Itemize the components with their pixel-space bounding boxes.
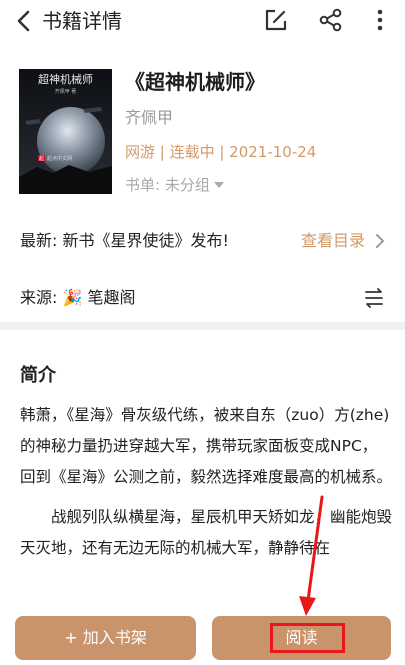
book-author[interactable]: 齐佩甲: [125, 107, 173, 129]
source-row[interactable]: 来源: 🎉 笔趣阁: [0, 278, 405, 318]
read-button[interactable]: 阅读: [212, 616, 391, 660]
cover-title: 超神机械师: [38, 72, 93, 86]
share-icon[interactable]: [317, 6, 345, 34]
source-label: 来源: 🎉 笔趣阁: [20, 288, 136, 307]
cover-author: 齐佩甲 著: [55, 88, 77, 95]
book-meta: 网游 | 连载中 | 2021-10-24: [125, 143, 317, 161]
top-bar: 书籍详情: [0, 0, 405, 44]
chevron-down-icon: [213, 181, 224, 188]
edit-icon[interactable]: [262, 6, 290, 34]
intro-text: 韩萧，《星海》骨灰级代练，被来自东（zuo）方(zhe)的神秘力量扔进穿越大军，…: [20, 400, 392, 606]
latest-chapter-row[interactable]: 最新: 新书《星界使徒》发布! 查看目录: [0, 221, 405, 261]
back-arrow-icon[interactable]: [12, 8, 38, 34]
shelf-label: 书单: 未分组: [125, 176, 210, 194]
intro-paragraph: 战舰列队纵横星海，星辰机甲天矫如龙，幽能炮毁天灭地，还有无边无际的机械大军，静静…: [20, 508, 392, 557]
more-vertical-icon[interactable]: [366, 6, 394, 34]
page-title: 书籍详情: [42, 9, 122, 33]
add-to-shelf-button[interactable]: + 加入书架: [15, 616, 196, 660]
chevron-right-icon: [373, 233, 387, 249]
book-title: 《超神机械师》: [125, 70, 265, 94]
intro-paragraph: 韩萧，《星海》骨灰级代练，被来自东（zuo）方(zhe)的神秘力量扔进穿越大军，…: [20, 406, 392, 486]
latest-chapter-label: 最新: 新书《星界使徒》发布!: [20, 231, 229, 250]
switch-source-icon[interactable]: [363, 288, 385, 308]
shelf-selector[interactable]: 书单: 未分组: [125, 174, 224, 196]
section-divider: [0, 322, 405, 330]
view-catalog-link[interactable]: 查看目录: [301, 230, 365, 252]
cover-publisher: 起点中文网: [47, 155, 72, 162]
cover-publisher-badge: 起: [39, 156, 44, 162]
read-button-label: 阅读: [285, 628, 318, 647]
intro-heading: 简介: [20, 365, 56, 386]
book-cover[interactable]: 超神机械师 齐佩甲 著 起 起点中文网: [19, 69, 112, 194]
